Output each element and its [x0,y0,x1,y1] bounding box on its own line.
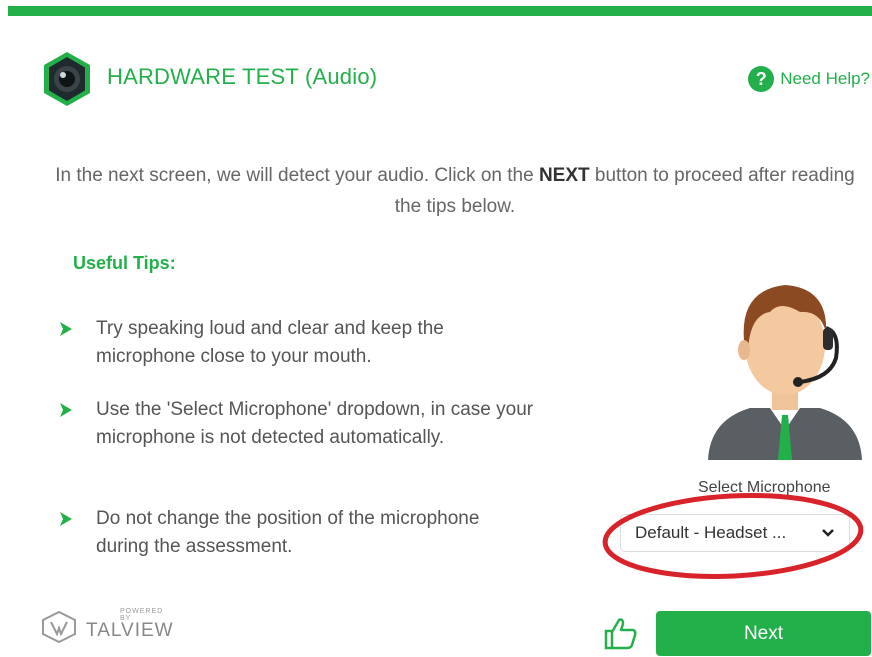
brand-name: TALVIEW [86,620,174,641]
intro-text-bold: NEXT [538,165,590,186]
next-button[interactable]: Next [656,611,871,656]
microphone-dropdown[interactable]: Default - Headset ... [620,514,850,552]
intro-text: In the next screen, we will detect your … [40,160,870,222]
chevron-right-icon [60,512,72,526]
thumbs-up-icon[interactable] [602,615,638,651]
tip-item: Try speaking loud and clear and keep the… [58,315,528,375]
headset-agent-illustration [708,285,862,460]
question-circle-icon: ? [748,66,775,92]
tip-item: Use the 'Select Microphone' dropdown, in… [58,396,533,486]
chevron-down-icon [822,529,834,537]
tip-text: Use the 'Select Microphone' dropdown, in… [96,399,534,448]
intro-text-before: In the next screen, we will detect your … [55,165,539,186]
select-microphone-label: Select Microphone [698,479,831,496]
tip-text: Do not change the position of the microp… [96,508,480,557]
tip-item: Do not change the position of the microp… [58,505,528,565]
chevron-right-icon [60,322,72,336]
camera-logo-icon [44,52,90,106]
chevron-right-icon [60,403,72,417]
talview-logo-icon [42,610,76,644]
microphone-selected-value: Default - Headset ... [635,523,787,542]
talview-branding: POWERED BY TALVIEW [40,608,174,644]
tips-heading: Useful Tips: [73,253,176,273]
need-help-label: Need Help? [780,69,870,88]
page-title: HARDWARE TEST (Audio) [107,64,378,89]
top-accent-bar [8,6,872,16]
need-help-link[interactable]: ? Need Help? [748,66,870,92]
tip-text: Try speaking loud and clear and keep the… [96,318,444,367]
powered-by-label: POWERED BY [120,608,164,622]
